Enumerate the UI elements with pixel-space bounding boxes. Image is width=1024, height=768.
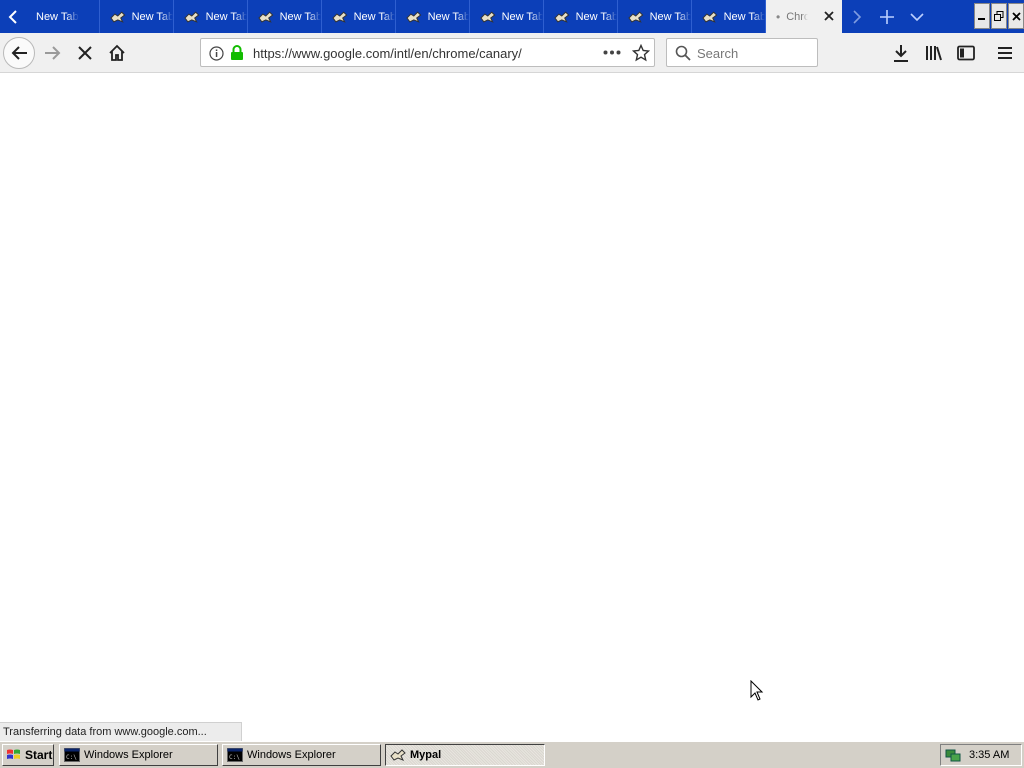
mypal-favicon-icon xyxy=(258,10,274,23)
tab[interactable]: New Tab xyxy=(100,0,174,33)
arrow-left-icon xyxy=(11,46,27,60)
arrow-right-icon xyxy=(45,46,61,60)
mypal-favicon-icon xyxy=(480,10,496,23)
tab[interactable]: New Tab xyxy=(692,0,766,33)
system-tray: 3:35 AM xyxy=(940,744,1022,766)
window-controls xyxy=(974,3,1024,29)
back-button[interactable] xyxy=(3,37,35,69)
tab[interactable]: New Tab xyxy=(322,0,396,33)
scroll-tabs-left-button[interactable] xyxy=(0,0,26,33)
loading-dot-icon: • xyxy=(776,9,781,24)
task-label: Windows Explorer xyxy=(84,749,173,761)
list-all-tabs-button[interactable] xyxy=(902,0,932,33)
info-icon[interactable] xyxy=(209,46,224,61)
start-button[interactable]: Start xyxy=(2,744,54,766)
mypal-favicon-icon xyxy=(184,10,200,23)
hamburger-menu-icon xyxy=(998,47,1012,59)
search-bar[interactable]: Search xyxy=(666,38,818,67)
taskbar: Start C:\ Windows Explorer C:\ Windows E… xyxy=(0,741,1024,768)
tab-title: New Tab xyxy=(36,10,79,23)
task-label: Mypal xyxy=(410,749,442,761)
tab[interactable]: New Tab xyxy=(470,0,544,33)
mypal-favicon-icon xyxy=(702,10,718,23)
lock-icon[interactable] xyxy=(230,45,244,61)
windows-logo-icon xyxy=(7,749,20,759)
menu-button[interactable] xyxy=(989,37,1021,69)
minimize-icon xyxy=(978,18,985,20)
mypal-favicon-icon xyxy=(406,10,422,23)
console-icon: C:\ xyxy=(64,748,80,762)
new-tab-button[interactable] xyxy=(872,0,902,33)
active-tab[interactable]: • Chrome Canary xyxy=(766,0,842,33)
tab-title: New Tab xyxy=(131,10,173,23)
svg-text:C:\: C:\ xyxy=(66,754,77,761)
close-icon xyxy=(1011,11,1021,21)
url-text[interactable]: https://www.google.com/intl/en/chrome/ca… xyxy=(253,46,522,61)
scroll-tabs-right-button[interactable] xyxy=(842,0,872,33)
page-actions-icon[interactable] xyxy=(603,50,621,55)
mypal-favicon-icon xyxy=(628,10,644,23)
navigation-toolbar: https://www.google.com/intl/en/chrome/ca… xyxy=(0,33,1024,73)
tab[interactable]: New Tab xyxy=(26,0,100,33)
chevron-right-icon xyxy=(853,9,862,24)
taskbar-item-windows-explorer[interactable]: C:\ Windows Explorer xyxy=(59,744,218,766)
restore-icon xyxy=(994,11,1004,21)
home-button[interactable] xyxy=(101,37,133,69)
task-label: Windows Explorer xyxy=(247,749,336,761)
tab-title: New Tab xyxy=(427,10,469,23)
close-icon[interactable] xyxy=(822,9,836,23)
restore-button[interactable] xyxy=(991,3,1007,29)
home-icon xyxy=(109,44,125,61)
tab-title: New Tab xyxy=(723,10,765,23)
network-icon[interactable] xyxy=(945,747,961,763)
sidebar-button[interactable] xyxy=(950,37,982,69)
tab[interactable]: New Tab xyxy=(618,0,692,33)
search-placeholder: Search xyxy=(697,46,739,61)
chevron-left-icon xyxy=(8,9,17,24)
start-label: Start xyxy=(25,748,53,762)
tab-strip: New Tab New Tab New Tab New Tab New Tab … xyxy=(0,0,1024,33)
search-icon xyxy=(675,45,691,61)
taskbar-item-mypal[interactable]: Mypal xyxy=(385,744,545,766)
url-bar[interactable]: https://www.google.com/intl/en/chrome/ca… xyxy=(200,38,655,67)
tab-title: New Tab xyxy=(353,10,395,23)
page-content[interactable] xyxy=(0,73,1024,741)
console-icon: C:\ xyxy=(227,748,243,762)
mypal-favicon-icon xyxy=(332,10,348,23)
tab-title: New Tab xyxy=(279,10,321,23)
library-button[interactable] xyxy=(918,37,950,69)
bookmark-star-icon[interactable] xyxy=(632,44,650,62)
stop-button[interactable] xyxy=(69,37,101,69)
download-icon xyxy=(894,45,908,62)
svg-text:C:\: C:\ xyxy=(229,754,240,761)
tab-title: New Tab xyxy=(575,10,617,23)
tab[interactable]: New Tab xyxy=(544,0,618,33)
minimize-button[interactable] xyxy=(974,3,990,29)
status-panel: Transferring data from www.google.com... xyxy=(0,722,242,741)
tab-title: New Tab xyxy=(649,10,691,23)
library-icon xyxy=(926,46,942,61)
tab[interactable]: New Tab xyxy=(396,0,470,33)
downloads-button[interactable] xyxy=(885,37,917,69)
sidebar-icon xyxy=(957,45,975,61)
chevron-down-icon xyxy=(910,12,924,21)
stop-icon xyxy=(78,46,92,60)
tab-title: New Tab xyxy=(501,10,543,23)
tab-title: Chrome Canary xyxy=(786,10,809,23)
close-window-button[interactable] xyxy=(1008,3,1024,29)
mypal-favicon-icon xyxy=(554,10,570,23)
clock[interactable]: 3:35 AM xyxy=(969,749,1009,761)
plus-icon xyxy=(880,9,894,24)
forward-button[interactable] xyxy=(37,37,69,69)
tab[interactable]: New Tab xyxy=(174,0,248,33)
mypal-favicon-icon xyxy=(110,10,126,23)
mouse-pointer-icon xyxy=(750,680,764,701)
taskbar-item-windows-explorer[interactable]: C:\ Windows Explorer xyxy=(222,744,381,766)
tab-title: New Tab xyxy=(205,10,247,23)
tab[interactable]: New Tab xyxy=(248,0,322,33)
mypal-favicon-icon xyxy=(390,749,406,761)
